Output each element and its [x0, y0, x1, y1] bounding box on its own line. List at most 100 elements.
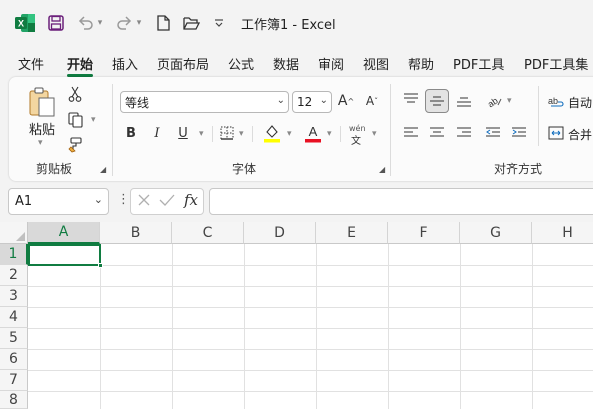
group-divider	[390, 84, 391, 176]
align-middle-icon[interactable]	[425, 89, 449, 113]
excel-logo-icon: X	[14, 13, 36, 33]
tab-pdf-tools[interactable]: PDF工具	[453, 54, 504, 73]
tab-pdf-toolset[interactable]: PDF工具集	[524, 54, 588, 73]
tab-insert[interactable]: 插入	[112, 54, 138, 73]
font-name-combo[interactable]: 等线 ⌄	[120, 91, 289, 113]
format-painter-icon[interactable]	[66, 136, 84, 154]
save-icon[interactable]	[46, 13, 66, 33]
phonetic-dropdown-icon[interactable]: ▾	[372, 129, 377, 139]
group-divider	[112, 84, 113, 176]
font-color-icon[interactable]: A	[304, 123, 322, 143]
selected-cell-a1[interactable]	[28, 244, 101, 266]
row-header-4[interactable]: 4	[0, 307, 28, 328]
more-options-icon[interactable]: ⋮	[117, 192, 130, 207]
orientation-icon[interactable]: ab	[484, 91, 504, 111]
row-header-3[interactable]: 3	[0, 286, 28, 307]
redo-dropdown-icon[interactable]: ▾	[135, 13, 143, 33]
font-size-combo[interactable]: 12 ⌄	[292, 91, 332, 113]
row-header-8[interactable]: 8	[0, 391, 28, 409]
font-size-value: 12	[297, 95, 313, 109]
column-header-b[interactable]: B	[100, 222, 172, 244]
tab-page-layout[interactable]: 页面布局	[157, 54, 209, 73]
phonetic-guide-char[interactable]: 文	[351, 132, 361, 147]
borders-icon[interactable]	[219, 125, 235, 141]
cut-icon[interactable]	[67, 85, 83, 103]
tab-data[interactable]: 数据	[273, 54, 299, 73]
undo-icon[interactable]	[76, 13, 96, 33]
redo-icon[interactable]	[114, 13, 134, 33]
divider	[340, 126, 341, 142]
paste-button[interactable]	[27, 86, 57, 118]
bold-icon[interactable]: B	[124, 124, 138, 142]
column-header-h[interactable]: H	[532, 222, 593, 244]
font-color-dropdown-icon[interactable]: ▾	[327, 129, 332, 139]
row-header-7[interactable]: 7	[0, 370, 28, 391]
copy-dropdown-icon[interactable]: ▾	[91, 115, 96, 125]
fill-color-icon[interactable]	[263, 123, 281, 143]
column-header-a[interactable]: A	[28, 222, 100, 244]
column-header-g[interactable]: G	[460, 222, 532, 244]
svg-text:ab: ab	[548, 96, 558, 106]
orientation-dropdown-icon[interactable]: ▾	[507, 96, 512, 106]
group-label-clipboard: 剪贴板	[36, 162, 73, 176]
font-name-value: 等线	[125, 95, 150, 110]
chevron-down-icon[interactable]: ⌄	[320, 95, 328, 106]
svg-text:A: A	[309, 124, 318, 139]
column-header-f[interactable]: F	[388, 222, 460, 244]
row-header-6[interactable]: 6	[0, 349, 28, 370]
italic-icon[interactable]: I	[150, 124, 164, 142]
tab-home[interactable]: 开始	[67, 54, 93, 73]
group-label-font: 字体	[232, 162, 257, 176]
tab-view[interactable]: 视图	[363, 54, 389, 73]
title-bar: X ▾ ▾ 工作簿1 - Excel	[0, 0, 593, 46]
new-file-icon[interactable]	[154, 13, 172, 33]
row-header-5[interactable]: 5	[0, 328, 28, 349]
grow-font-icon[interactable]: A ^	[337, 92, 355, 110]
formula-input[interactable]	[209, 188, 593, 215]
select-all-corner[interactable]	[0, 222, 28, 244]
column-header-d[interactable]: D	[244, 222, 316, 244]
shrink-font-icon[interactable]: Aˇ	[363, 92, 381, 110]
merge-center-label[interactable]: 合并	[568, 126, 592, 143]
undo-dropdown-icon[interactable]: ▾	[96, 13, 104, 33]
merge-center-icon[interactable]	[548, 124, 564, 142]
formula-controls: fx	[130, 188, 204, 215]
row-header-1[interactable]: 1	[0, 244, 28, 265]
align-center-icon[interactable]	[428, 124, 446, 142]
fill-handle[interactable]	[98, 263, 103, 268]
clipboard-launcher-icon[interactable]: ◢	[100, 165, 109, 174]
font-launcher-icon[interactable]: ◢	[379, 165, 388, 174]
tab-review[interactable]: 审阅	[318, 54, 344, 73]
align-bottom-icon[interactable]	[455, 92, 473, 110]
chevron-down-icon[interactable]: ⌄	[277, 95, 285, 106]
decrease-indent-icon[interactable]	[484, 124, 502, 142]
increase-indent-icon[interactable]	[510, 124, 528, 142]
cancel-entry-icon[interactable]	[137, 193, 151, 210]
formula-bar: A1 ⌄ ⋮ fx	[0, 186, 593, 218]
worksheet-grid[interactable]: A B C D E F G H 1 2 3 4 5 6 7 8	[0, 222, 593, 409]
underline-dropdown-icon[interactable]: ▾	[199, 129, 204, 139]
align-left-icon[interactable]	[402, 124, 420, 142]
tab-formulas[interactable]: 公式	[228, 54, 254, 73]
align-right-icon[interactable]	[455, 124, 473, 142]
align-top-icon[interactable]	[402, 90, 420, 108]
copy-icon[interactable]	[66, 111, 86, 129]
tab-help[interactable]: 帮助	[408, 54, 434, 73]
paste-dropdown-icon[interactable]: ▾	[38, 138, 43, 148]
fill-color-dropdown-icon[interactable]: ▾	[287, 129, 292, 139]
borders-dropdown-icon[interactable]: ▾	[239, 129, 244, 139]
customize-qat-icon[interactable]	[213, 13, 225, 33]
wrap-text-icon[interactable]: ab	[548, 92, 564, 110]
tab-file[interactable]: 文件	[18, 54, 44, 73]
column-header-c[interactable]: C	[172, 222, 244, 244]
paste-label[interactable]: 粘贴	[29, 119, 55, 138]
row-header-2[interactable]: 2	[0, 265, 28, 286]
open-folder-icon[interactable]	[181, 13, 201, 33]
chevron-down-icon[interactable]: ⌄	[94, 193, 103, 206]
column-header-e[interactable]: E	[316, 222, 388, 244]
insert-function-icon[interactable]: fx	[184, 191, 198, 209]
underline-icon[interactable]: U	[176, 124, 190, 142]
name-box[interactable]: A1 ⌄	[8, 188, 109, 215]
wrap-text-label[interactable]: 自动	[568, 94, 592, 111]
confirm-entry-icon[interactable]	[159, 193, 175, 210]
